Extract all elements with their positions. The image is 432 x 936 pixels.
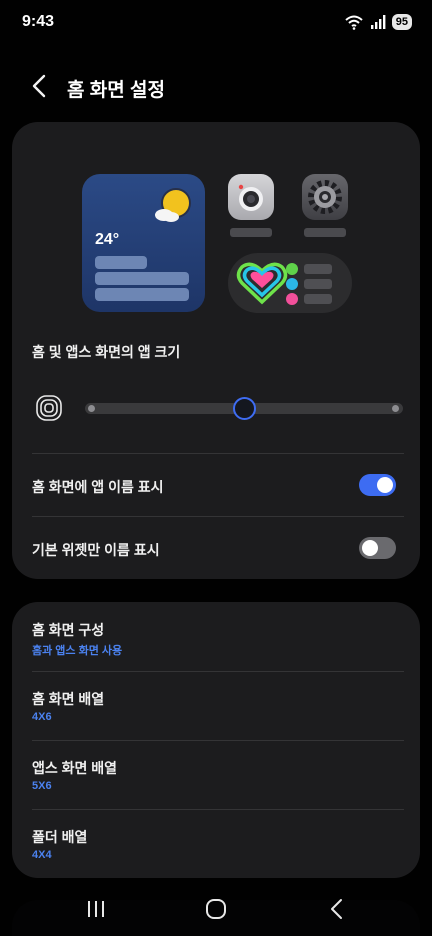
- divider: [32, 516, 404, 517]
- home-grid-item[interactable]: 홈 화면 배열 4X6: [12, 671, 420, 740]
- slider-tick: [392, 405, 399, 412]
- slider-tick: [88, 405, 95, 412]
- app-name-placeholder: [230, 228, 272, 237]
- health-icon: [236, 262, 288, 305]
- apps-grid-item[interactable]: 앱스 화면 배열 5X6: [12, 740, 420, 809]
- show-app-names-toggle[interactable]: [359, 474, 396, 496]
- menu-title: 앱스 화면 배열: [32, 760, 118, 776]
- camera-icon: [238, 184, 263, 211]
- weather-widget-preview: 24°: [82, 174, 205, 312]
- home-layout-item[interactable]: 홈 화면 구성 홈과 앱스 화면 사용: [12, 602, 420, 671]
- weather-text-placeholder: [95, 272, 189, 285]
- weather-sun-icon: [155, 188, 191, 222]
- activity-dot: [286, 278, 298, 290]
- camera-app-preview: [228, 174, 274, 220]
- toggle-knob: [377, 477, 393, 493]
- weather-text-placeholder: [95, 288, 189, 301]
- header: 홈 화면 설정: [0, 60, 432, 112]
- menu-value: 4X4: [32, 849, 52, 861]
- toggle-knob: [362, 540, 378, 556]
- steps-dot: [286, 263, 298, 275]
- status-bar: 9:43 95: [0, 0, 432, 44]
- signal-icon: [370, 15, 386, 29]
- status-time: 9:43: [22, 13, 55, 30]
- navigation-bar: [0, 884, 432, 936]
- default-widget-names-label: 기본 위젯만 이름 표시: [32, 542, 160, 558]
- weather-text-placeholder: [95, 256, 147, 269]
- menu-title: 폴더 배열: [32, 829, 88, 845]
- show-app-names-label: 홈 화면에 앱 이름 표시: [32, 479, 164, 495]
- slider-thumb[interactable]: [232, 397, 256, 420]
- nav-back-icon[interactable]: [322, 896, 352, 922]
- home-icon[interactable]: [201, 896, 231, 922]
- health-text-placeholder: [304, 264, 332, 274]
- settings-app-preview: [302, 174, 348, 220]
- health-text-placeholder: [304, 279, 332, 289]
- heart-dot: [286, 293, 298, 305]
- app-size-label: 홈 및 앱스 화면의 앱 크기: [32, 344, 181, 360]
- battery-indicator: 95: [391, 14, 412, 30]
- home-preview-card: 24° 홈 및 앱스 화면의 앱 크기 홈 화면에 앱 이름 표시 기본 위젯만…: [12, 122, 420, 579]
- app-size-icon: [36, 395, 62, 421]
- page-title: 홈 화면 설정: [67, 80, 165, 101]
- menu-value: 4X6: [32, 711, 52, 723]
- wifi-icon: [345, 15, 363, 30]
- app-size-slider[interactable]: [85, 397, 403, 420]
- status-icons: 95: [344, 14, 412, 30]
- back-icon[interactable]: [26, 72, 54, 100]
- divider: [32, 453, 404, 454]
- recents-icon[interactable]: [81, 896, 111, 922]
- layout-settings-card: 홈 화면 구성 홈과 앱스 화면 사용 홈 화면 배열 4X6 앱스 화면 배열…: [12, 602, 420, 878]
- menu-title: 홈 화면 배열: [32, 691, 105, 707]
- menu-value: 5X6: [32, 780, 52, 792]
- weather-temp: 24°: [95, 231, 120, 248]
- menu-value: 홈과 앱스 화면 사용: [32, 645, 123, 657]
- default-widget-names-toggle[interactable]: [359, 537, 396, 559]
- folder-grid-item[interactable]: 폴더 배열 4X4: [12, 809, 420, 878]
- health-widget-preview: [228, 253, 352, 313]
- menu-title: 홈 화면 구성: [32, 622, 105, 638]
- app-name-placeholder: [304, 228, 346, 237]
- settings-icon: [308, 180, 342, 214]
- health-text-placeholder: [304, 294, 332, 304]
